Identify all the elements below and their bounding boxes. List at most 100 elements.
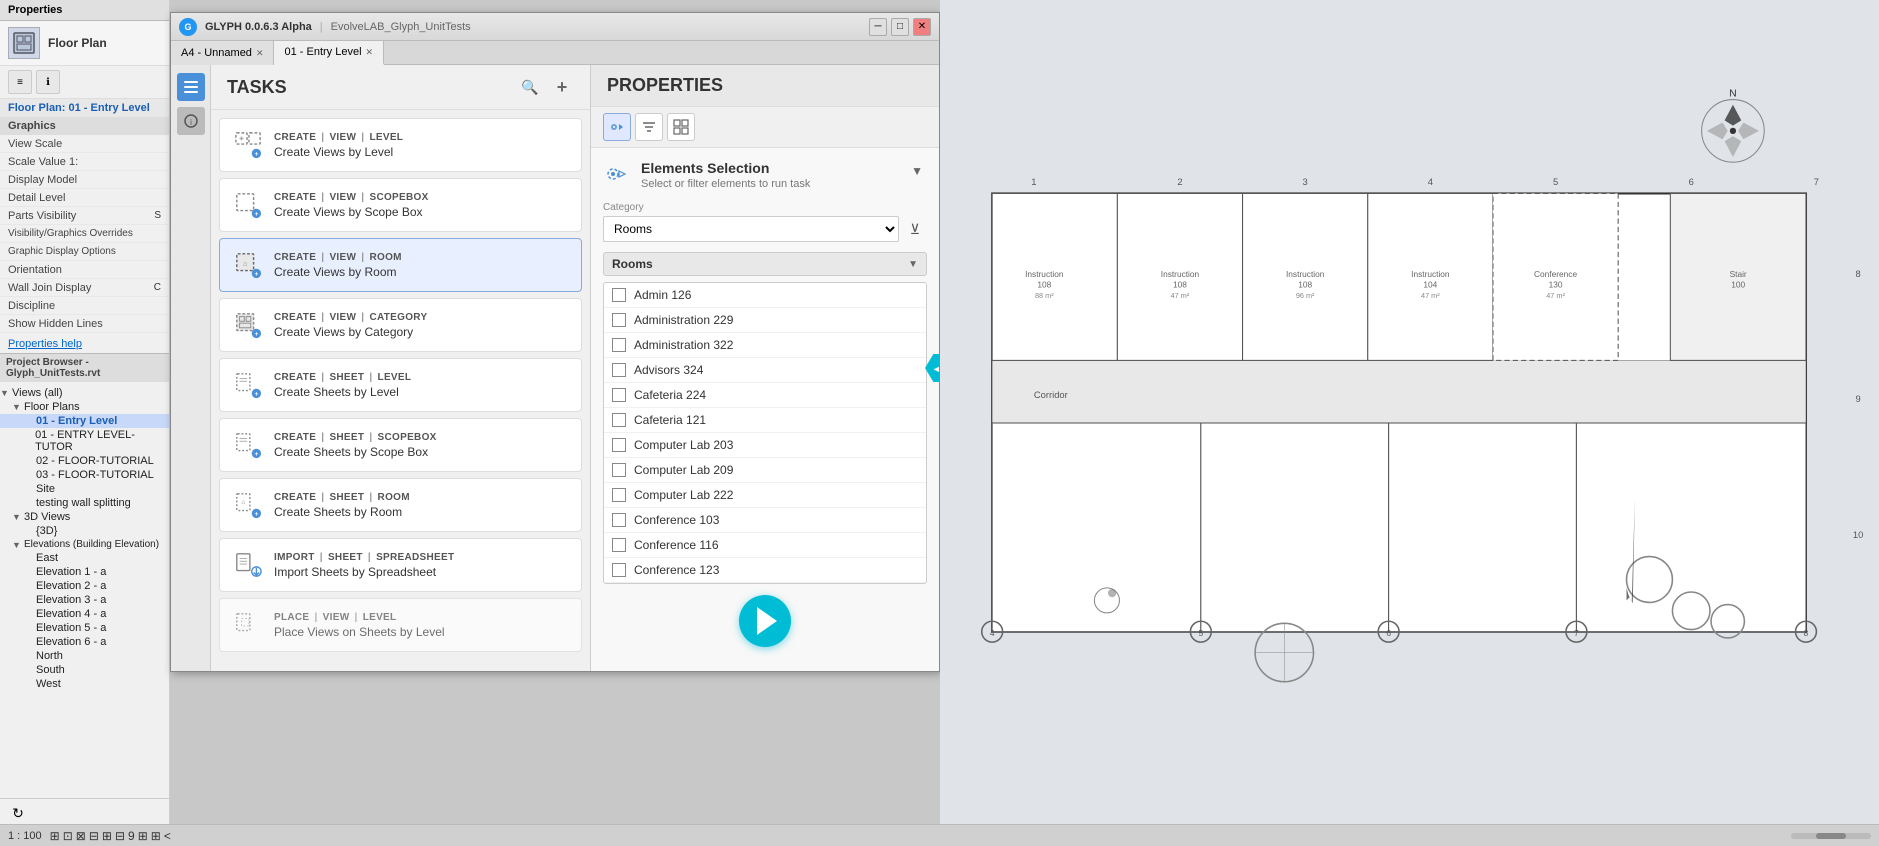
view-icon-2[interactable]: ⊡ — [63, 829, 73, 843]
room-checkbox-computerlab222[interactable] — [612, 488, 626, 502]
svg-text:130: 130 — [1549, 279, 1563, 289]
task-item-place-view-level[interactable]: PLACE | VIEW | LEVEL Place Views on Shee… — [219, 598, 582, 652]
rooms-dropdown-header[interactable]: Rooms ▼ — [603, 252, 927, 276]
room-checkbox-cafeteria224[interactable] — [612, 388, 626, 402]
tree-item-elev3[interactable]: Elevation 3 - a — [0, 593, 169, 607]
task-item-create-view-scopebox[interactable]: + CREATE | VIEW | SCOPEBOX Create Views … — [219, 178, 582, 232]
scroll-thumb — [1816, 833, 1846, 839]
tree-item-west[interactable]: West — [0, 677, 169, 691]
task-item-create-sheet-scopebox[interactable]: + CREATE | SHEET | SCOPEBOX Create Sheet… — [219, 418, 582, 472]
view-icon-3[interactable]: ⊠ — [76, 829, 86, 843]
tree-item-views-all[interactable]: ▼ Views (all) — [0, 386, 169, 400]
tree-item-floor-tutorial-03[interactable]: 03 - FLOOR-TUTORIAL — [0, 468, 169, 482]
room-item-conference103[interactable]: Conference 103 — [604, 508, 926, 533]
tree-item-elev4[interactable]: Elevation 4 - a — [0, 607, 169, 621]
tree-label-wall-splitting: testing wall splitting — [36, 497, 131, 509]
task-item-create-view-level[interactable]: + CREATE | VIEW | LEVEL Create Views by … — [219, 118, 582, 172]
task-item-import-sheet-spreadsheet[interactable]: IMPORT | SHEET | SPREADSHEET Import Shee… — [219, 538, 582, 592]
room-checkbox-administration322[interactable] — [612, 338, 626, 352]
tab-a4-close[interactable]: ✕ — [256, 48, 264, 59]
tree-item-east[interactable]: East — [0, 551, 169, 565]
view-icon-7[interactable]: ⊞ — [138, 829, 148, 843]
room-item-admin126[interactable]: Admin 126 — [604, 283, 926, 308]
view-icon-4[interactable]: ⊟ — [89, 829, 99, 843]
room-checkbox-advisors324[interactable] — [612, 363, 626, 377]
tasks-add-button[interactable]: + — [550, 75, 574, 99]
tab-entry-level[interactable]: 01 - Entry Level ✕ — [274, 41, 384, 65]
task-item-create-view-room[interactable]: ⌂ + CREATE | VIEW | ROOM Create Views by… — [219, 238, 582, 292]
glyph-titlebar: G GLYPH 0.0.6.3 Alpha | EvolveLAB_Glyph_… — [171, 13, 939, 41]
room-checkbox-administration229[interactable] — [612, 313, 626, 327]
properties-help-link[interactable]: Properties help — [0, 335, 169, 353]
tab-entry-close[interactable]: ✕ — [366, 47, 374, 58]
tree-item-south[interactable]: South — [0, 663, 169, 677]
prop-row-scalevalue: Scale Value 1: — [0, 153, 169, 171]
view-icon-9[interactable]: < — [164, 829, 171, 843]
room-checkbox-admin126[interactable] — [612, 288, 626, 302]
glyph-sidebar: i — [171, 65, 211, 671]
play-button[interactable] — [739, 595, 791, 647]
tree-label-south: South — [36, 664, 65, 676]
elements-title-area: Elements Selection Select or filter elem… — [641, 160, 897, 190]
tree-item-floor-tutorial-02[interactable]: 02 - FLOOR-TUTORIAL — [0, 454, 169, 468]
tree-item-floor-plans[interactable]: ▼ Floor Plans — [0, 400, 169, 414]
left-icon-btn-1[interactable]: ≡ — [8, 70, 32, 94]
tree-item-entry-level-tutor[interactable]: 01 - ENTRY LEVEL-TUTOR — [0, 428, 169, 454]
view-icon-8[interactable]: ⊞ — [151, 829, 161, 843]
room-item-conference116[interactable]: Conference 116 — [604, 533, 926, 558]
prop-tab-elements[interactable] — [603, 113, 631, 141]
task-item-create-view-category[interactable]: + CREATE | VIEW | CATEGORY Create Views … — [219, 298, 582, 352]
left-icon-btn-2[interactable]: ℹ — [36, 70, 60, 94]
svg-text:104: 104 — [1423, 279, 1437, 289]
category-select[interactable]: Rooms — [603, 216, 899, 242]
view-icon-1[interactable]: ⊞ — [50, 829, 60, 843]
room-item-cafeteria121[interactable]: Cafeteria 121 — [604, 408, 926, 433]
prop-tab-grid[interactable] — [667, 113, 695, 141]
restore-button[interactable]: □ — [891, 18, 909, 36]
room-item-advisors324[interactable]: Advisors 324 — [604, 358, 926, 383]
refresh-button[interactable]: ↻ — [8, 803, 28, 823]
elements-collapse-button[interactable]: ▼ — [907, 160, 927, 182]
tree-item-entry-level[interactable]: 01 - Entry Level — [0, 414, 169, 428]
tab-a4-unnamed[interactable]: A4 - Unnamed ✕ — [171, 41, 274, 65]
tasks-search-button[interactable]: 🔍 — [518, 75, 542, 99]
room-item-computerlab209[interactable]: Computer Lab 209 — [604, 458, 926, 483]
task-item-create-sheet-room[interactable]: ⌂ + CREATE | SHEET | ROOM Create Sheets … — [219, 478, 582, 532]
prop-tab-filter[interactable] — [635, 113, 663, 141]
minimize-button[interactable]: ─ — [869, 18, 887, 36]
room-item-administration229[interactable]: Administration 229 — [604, 308, 926, 333]
sidebar-tasks-btn[interactable] — [177, 73, 205, 101]
view-icon-6[interactable]: ⊟ — [115, 829, 125, 843]
tree-item-elev2[interactable]: Elevation 2 - a — [0, 579, 169, 593]
room-checkbox-conference103[interactable] — [612, 513, 626, 527]
task-item-create-sheet-level[interactable]: + CREATE | SHEET | LEVEL Create Sheets b… — [219, 358, 582, 412]
tree-item-north[interactable]: North — [0, 649, 169, 663]
svg-text:N: N — [1729, 88, 1737, 99]
room-checkbox-computerlab203[interactable] — [612, 438, 626, 452]
tree-item-wall-splitting[interactable]: testing wall splitting — [0, 496, 169, 510]
tree-item-3d[interactable]: {3D} — [0, 524, 169, 538]
tree-item-elev6[interactable]: Elevation 6 - a — [0, 635, 169, 649]
room-checkbox-computerlab209[interactable] — [612, 463, 626, 477]
room-item-administration322[interactable]: Administration 322 — [604, 333, 926, 358]
close-button[interactable]: ✕ — [913, 18, 931, 36]
svg-text:1: 1 — [1031, 177, 1036, 187]
category-filter-button[interactable]: ⊻ — [903, 217, 927, 241]
room-item-computerlab203[interactable]: Computer Lab 203 — [604, 433, 926, 458]
sidebar-info-btn[interactable]: i — [177, 107, 205, 135]
room-item-computerlab222[interactable]: Computer Lab 222 — [604, 483, 926, 508]
tree-item-site[interactable]: Site — [0, 482, 169, 496]
tree-item-3d-views[interactable]: ▼ 3D Views — [0, 510, 169, 524]
prop-label-detaillevel: Detail Level — [8, 192, 161, 204]
room-item-conference123[interactable]: Conference 123 — [604, 558, 926, 583]
view-icon-5[interactable]: ⊞ — [102, 829, 112, 843]
room-checkbox-cafeteria121[interactable] — [612, 413, 626, 427]
prop-content: Elements Selection Select or filter elem… — [591, 148, 939, 671]
play-button-area — [739, 595, 791, 647]
room-checkbox-conference123[interactable] — [612, 563, 626, 577]
tree-item-elevations[interactable]: ▼ Elevations (Building Elevation) — [0, 538, 169, 551]
room-checkbox-conference116[interactable] — [612, 538, 626, 552]
tree-item-elev1[interactable]: Elevation 1 - a — [0, 565, 169, 579]
tree-item-elev5[interactable]: Elevation 5 - a — [0, 621, 169, 635]
room-item-cafeteria224[interactable]: Cafeteria 224 — [604, 383, 926, 408]
